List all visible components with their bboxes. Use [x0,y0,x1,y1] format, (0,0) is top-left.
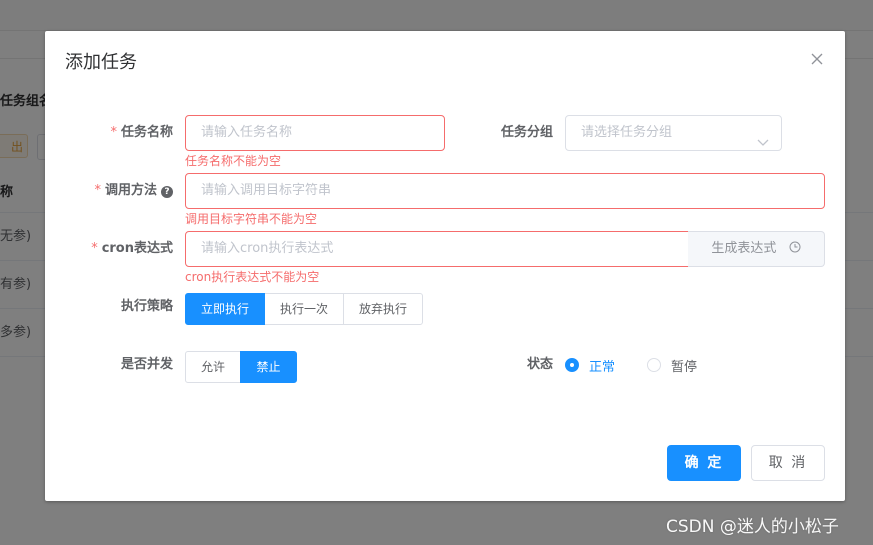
watermark: CSDN @迷人的小松子 [666,517,839,537]
required-mark: * [91,241,98,256]
misfire-policy-group: 立即执行 执行一次 放弃执行 [185,293,423,325]
required-mark: * [94,183,101,198]
generate-expression-label: 生成表达式 [711,241,777,256]
invoke-target-label: * 调用方法? [75,173,173,209]
concurrent-option-allow[interactable]: 允许 [185,351,241,383]
close-icon[interactable] [809,51,825,67]
cron-label-text: cron表达式 [101,241,173,256]
confirm-button[interactable]: 确 定 [667,445,741,481]
cron-expression-input[interactable]: 请输入cron执行表达式 [185,231,689,267]
cron-label: * cron表达式 [75,231,173,267]
cron-error: cron执行表达式不能为空 [185,270,320,284]
task-name-input[interactable]: 请输入任务名称 [185,115,445,151]
cron-placeholder: 请输入cron执行表达式 [201,241,334,256]
generate-expression-button[interactable]: 生成表达式 [688,231,825,267]
misfire-policy-label: 执行策略 [120,299,173,314]
invoke-target-label-text: 调用方法 [104,183,157,198]
radio-unchecked-icon [647,358,661,372]
clock-icon [789,233,801,253]
invoke-target-error: 调用目标字符串不能为空 [185,212,318,226]
question-circle-icon[interactable]: ? [161,186,173,198]
task-name-label-text: 任务名称 [120,125,173,140]
concurrent-option-forbid[interactable]: 禁止 [240,351,297,383]
concurrent-label: 是否并发 [120,357,173,372]
radio-checked-icon [565,358,579,372]
task-group-label: 任务分组 [500,125,553,140]
status-label: 状态 [526,357,553,372]
task-name-placeholder: 请输入任务名称 [201,125,293,140]
status-radio-paused-label: 暂停 [671,359,698,375]
required-mark: * [110,125,117,140]
concurrent-group: 允许 禁止 [185,351,297,383]
task-group-select[interactable]: 请选择任务分组 [565,115,782,151]
misfire-option-immediate[interactable]: 立即执行 [185,293,265,325]
status-radio-normal[interactable]: 正常 [565,357,616,375]
dialog-title: 添加任务 [65,52,137,73]
misfire-option-abandon[interactable]: 放弃执行 [343,293,423,325]
misfire-option-once[interactable]: 执行一次 [264,293,344,325]
task-name-error: 任务名称不能为空 [185,154,282,168]
cancel-button[interactable]: 取 消 [751,445,825,481]
task-name-label: * 任务名称 [85,115,173,151]
invoke-target-placeholder: 请输入调用目标字符串 [201,183,332,198]
status-radio-paused[interactable]: 暂停 [647,357,698,375]
task-group-placeholder: 请选择任务分组 [581,125,673,140]
add-task-dialog: 添加任务 * 任务名称 请输入任务名称 任务名称不能为空 任务分组 请选择任务分组… [45,31,845,501]
invoke-target-input[interactable]: 请输入调用目标字符串 [185,173,825,209]
chevron-down-icon [757,128,769,146]
status-radio-normal-label: 正常 [589,359,616,375]
